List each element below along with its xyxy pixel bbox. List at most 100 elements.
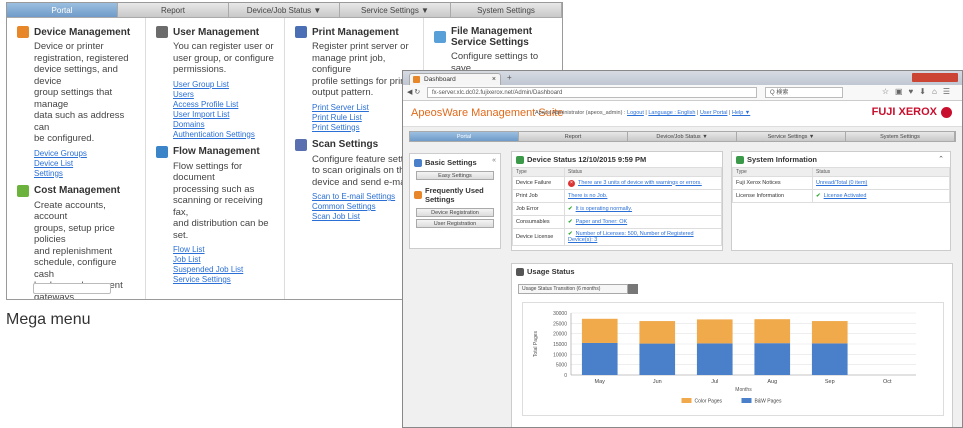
- window-controls[interactable]: [912, 73, 958, 82]
- link-suspended-job-list[interactable]: Suspended Job List: [156, 265, 278, 275]
- status-link[interactable]: Paper and Toner: OK: [576, 219, 628, 225]
- user-link-language-english[interactable]: Language : English: [648, 110, 695, 116]
- description-line: processing such as: [173, 183, 255, 195]
- user-registration-button[interactable]: User Registration: [416, 219, 494, 228]
- device-management-icon: [17, 26, 29, 38]
- description-line: Create accounts, account: [34, 199, 106, 223]
- back-icon[interactable]: ◀ ↻: [407, 88, 423, 98]
- section-header: Flow Management: [156, 145, 278, 158]
- cost-management-icon: [17, 184, 29, 197]
- x-tick-label: May: [595, 379, 606, 385]
- link-access-profile-list[interactable]: Access Profile List: [156, 100, 278, 110]
- link-authentication-settings[interactable]: Authentication Settings: [156, 130, 278, 140]
- new-tab-icon[interactable]: +: [507, 73, 512, 82]
- description-line: group settings that manage: [34, 87, 113, 110]
- table-row: Device Failure × There are 3 units of devi…: [512, 176, 722, 190]
- link-domains[interactable]: Domains: [156, 120, 278, 130]
- row-type: Consumables: [512, 215, 565, 229]
- link-user-group-list[interactable]: User Group List: [156, 80, 278, 90]
- app-nav-portal[interactable]: Portal: [410, 132, 519, 141]
- bar-color-pages: [754, 319, 791, 344]
- section-header: Scan Settings: [295, 138, 417, 151]
- user-link-logout[interactable]: Logout: [627, 110, 644, 116]
- user-link-user-portal[interactable]: User Portal: [700, 110, 728, 116]
- freq-settings-title: Frequently Used Settings: [425, 186, 484, 204]
- row-type: Fuji Xerox Notices: [732, 176, 813, 190]
- system-info-panel: System Information ⌃ Type Status Fuji Xer…: [731, 151, 951, 251]
- link-print-settings[interactable]: Print Settings: [295, 123, 417, 133]
- address-bar: ◀ ↻ fx-server.xlc.dc02.fujixerox.net/Adm…: [403, 85, 962, 101]
- usage-select[interactable]: Usage Status Transition (6 months): [518, 283, 628, 294]
- brand-text: FUJI XEROX: [871, 106, 937, 118]
- status-link[interactable]: There are 3 units of device with warning…: [578, 180, 702, 186]
- collapse-icon[interactable]: «: [492, 157, 496, 164]
- nav-service-settings[interactable]: Service Settings ▼: [340, 3, 451, 17]
- dropdown-icon[interactable]: [628, 283, 638, 294]
- toolbar-icons[interactable]: ☆▣♥⬇⌂☰: [882, 87, 956, 96]
- link-users[interactable]: Users: [156, 90, 278, 100]
- row-type: Device License: [512, 228, 565, 246]
- device-registration-button[interactable]: Device Registration: [416, 208, 494, 217]
- nav-report[interactable]: Report: [118, 3, 229, 17]
- x-tick-label: Aug: [767, 379, 777, 385]
- link-print-rule-list[interactable]: Print Rule List: [295, 113, 417, 123]
- x-tick-label: Sep: [825, 379, 835, 385]
- description-line: user group, or configure: [173, 52, 274, 64]
- bar-b-w-pages: [811, 343, 848, 375]
- legend-swatch: [681, 398, 692, 403]
- link-scan-job-list[interactable]: Scan Job List: [295, 212, 417, 222]
- y-tick-label: 25000: [553, 321, 567, 327]
- link-user-import-list[interactable]: User Import List: [156, 110, 278, 120]
- link-scan-to-e-mail-settings[interactable]: Scan to E-mail Settings: [295, 192, 417, 202]
- link-service-settings[interactable]: Service Settings: [156, 275, 278, 285]
- basic-settings-header: Basic Settings: [410, 154, 500, 169]
- url-field[interactable]: fx-server.xlc.dc02.fujixerox.net/Admin/D…: [427, 87, 757, 98]
- favicon-icon: [413, 76, 420, 83]
- browser-tab[interactable]: Dashboard ×: [409, 73, 501, 85]
- status-link[interactable]: Unread/Total (0 item): [816, 180, 867, 186]
- row-type: Job Error: [512, 202, 565, 216]
- bar-color-pages: [639, 321, 676, 344]
- section-description: Device or printer registration, registere…: [17, 41, 139, 145]
- status-link[interactable]: License Activated: [824, 193, 867, 199]
- section-print-management: Print Management Register print server or…: [295, 26, 417, 133]
- section-description: Configure feature settin to scan original…: [295, 154, 417, 189]
- status-link[interactable]: It is operating normally.: [576, 206, 632, 212]
- app-nav-system-settings[interactable]: System Settings: [846, 132, 955, 141]
- link-print-server-list[interactable]: Print Server List: [295, 103, 417, 113]
- usage-status-panel: Usage Status Usage Status Transition (6 …: [511, 263, 953, 427]
- status-link[interactable]: There is no Job.: [568, 193, 607, 199]
- nav-portal[interactable]: Portal: [7, 3, 118, 17]
- legend-label: B&W Pages: [755, 399, 782, 405]
- section-file-management-service-settings: File Management Service Settings Configur…: [434, 26, 556, 74]
- table-row: Fuji Xerox Notices Unread/Total (0 item): [732, 176, 950, 190]
- link-settings[interactable]: Settings: [17, 169, 139, 179]
- table-row: Device License ✔ Number of Licenses: 500, …: [512, 228, 722, 246]
- row-type: License Information: [732, 189, 813, 203]
- section-title: File Management Service Settings: [451, 26, 533, 48]
- close-icon[interactable]: ×: [492, 74, 496, 85]
- search-field[interactable]: Q 検索: [765, 87, 843, 98]
- link-job-list[interactable]: Job List: [156, 255, 278, 265]
- nav-system-settings[interactable]: System Settings: [451, 3, 562, 17]
- description-line: permissions.: [173, 64, 227, 75]
- mega-menu-input[interactable]: [33, 283, 111, 294]
- nav-device-job-status[interactable]: Device/Job Status ▼: [229, 3, 340, 17]
- description-line: and distribution can be set.: [173, 218, 269, 241]
- bar-b-w-pages: [754, 343, 791, 375]
- collapse-up-icon[interactable]: ⌃: [938, 155, 944, 163]
- easy-settings-button[interactable]: Easy Settings: [416, 171, 494, 180]
- app-nav-report[interactable]: Report: [519, 132, 628, 141]
- link-device-list[interactable]: Device List: [17, 159, 139, 169]
- link-common-settings[interactable]: Common Settings: [295, 202, 417, 212]
- user-link-help[interactable]: Help ▼: [732, 110, 750, 116]
- settings-icon: [414, 158, 422, 167]
- y-tick-label: 15000: [553, 342, 567, 348]
- app-nav-service-settings[interactable]: Service Settings ▼: [737, 132, 846, 141]
- status-link[interactable]: Number of Licenses: 500, Number of Regis…: [568, 231, 694, 243]
- link-flow-list[interactable]: Flow List: [156, 245, 278, 255]
- link-device-groups[interactable]: Device Groups: [17, 149, 139, 159]
- x-tick-label: Oct: [883, 379, 892, 385]
- table-row: Consumables ✔ Paper and Toner: OK: [512, 215, 722, 229]
- app-nav-device-job-status[interactable]: Device/Job Status ▼: [628, 132, 737, 141]
